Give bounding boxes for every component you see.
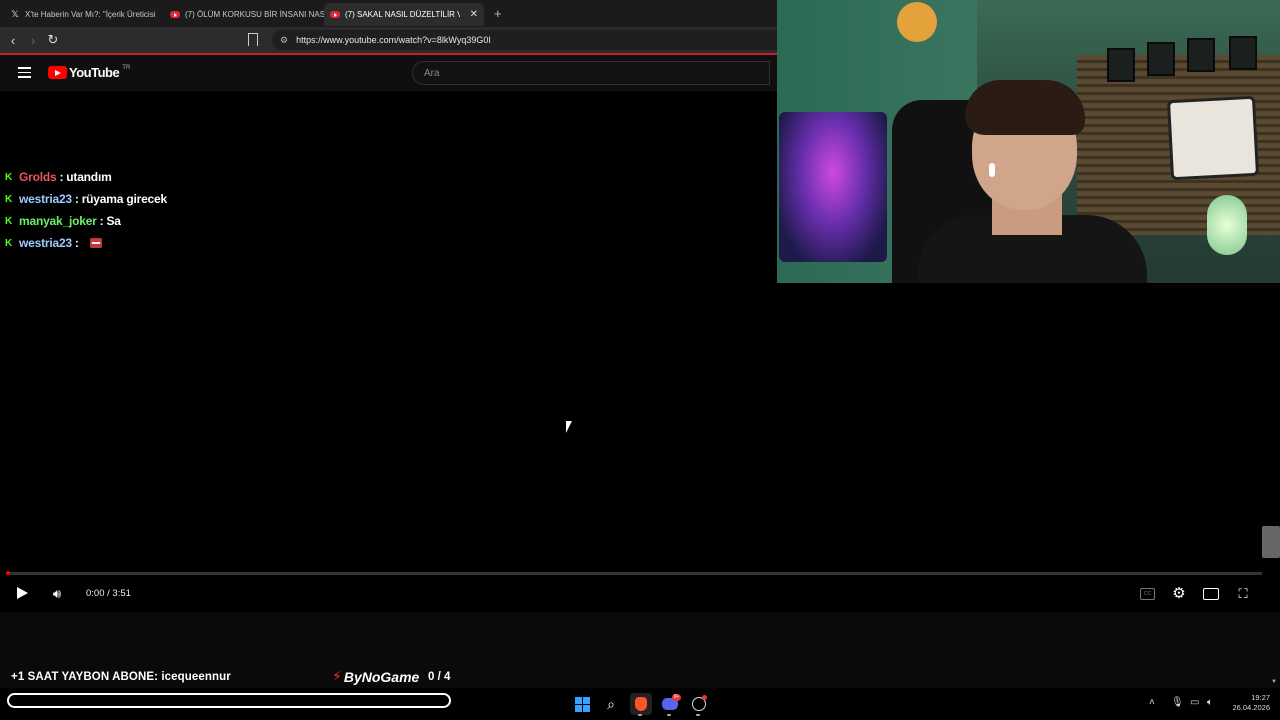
chat-overlay: K Grolds: utandım K westria23: rüyama gi… <box>5 166 167 254</box>
chat-message: K manyak_joker: Sa <box>5 214 121 228</box>
brave-browser-icon[interactable] <box>630 693 652 715</box>
search-placeholder: Ara <box>424 67 440 79</box>
chat-username: westria23 <box>19 192 72 206</box>
back-icon[interactable]: ‹ <box>3 33 23 48</box>
x-icon: 𝕏 <box>11 9 19 19</box>
settings-icon[interactable]: ⚙ <box>1171 585 1187 602</box>
recording-dot <box>702 695 707 700</box>
theater-mode-icon[interactable] <box>1203 588 1219 600</box>
bookmark-icon[interactable] <box>248 33 258 46</box>
tray-chevron-icon[interactable]: ˄ <box>1149 697 1155 708</box>
system-clock[interactable]: 19:27 26.04.2026 <box>1222 693 1270 713</box>
chat-message: K Grolds: utandım <box>5 170 112 184</box>
tab-title: (7) ÖLÜM KORKUSU BİR İNSANI NAS <box>185 10 324 19</box>
chat-text: rüyama girecek <box>81 192 167 206</box>
tab-x[interactable]: 𝕏 X'te Haberin Var Mı?: "İçerik Üreticis… <box>4 3 164 26</box>
bynogame-text: ByNoGame <box>343 668 420 685</box>
tab-title: (7) SAKAL NASIL DÜZELTİLİR VLO <box>345 10 460 19</box>
chat-message: K westria23: <box>5 232 167 254</box>
side-thumbnail[interactable] <box>1262 526 1280 558</box>
fullscreen-icon[interactable]: ⛶ <box>1236 586 1250 601</box>
emote-icon <box>89 238 102 248</box>
url-text: https://www.youtube.com/watch?v=8lkWyq39… <box>296 35 491 45</box>
kick-icon: K <box>5 171 13 183</box>
speaker-icon[interactable]: 🔈︎ <box>1207 697 1213 708</box>
chat-message: K westria23: rüyama girecek <box>5 192 167 206</box>
time-display: 0:00 / 3:51 <box>86 588 131 599</box>
logo-text: YouTube <box>69 65 120 80</box>
youtube-favicon-icon <box>330 10 340 20</box>
browser-tab-bar: 𝕏 X'te Haberin Var Mı?: "İçerik Üreticis… <box>0 0 780 27</box>
scroll-down-icon[interactable]: ▼ <box>1271 679 1277 685</box>
close-icon[interactable]: ✕ <box>470 9 478 20</box>
site-settings-icon[interactable]: ⚙ <box>280 35 288 46</box>
mouse-cursor <box>566 421 572 433</box>
running-indicator <box>696 714 700 716</box>
reload-icon[interactable]: ↻ <box>43 32 63 48</box>
screen: 𝕏 X'te Haberin Var Mı?: "İçerik Üreticis… <box>0 0 1280 720</box>
tab-youtube-active[interactable]: (7) SAKAL NASIL DÜZELTİLİR VLO ✕ <box>324 3 484 26</box>
subscriber-ticker: +1 SAAT YAYBON ABONE: icequeennur <box>11 671 231 683</box>
address-bar-row: ‹ › ↻ ⚙ https://www.youtube.com/watch?v=… <box>0 27 780 53</box>
bynogame-icon: ⚡ <box>332 668 342 684</box>
microphone-icon[interactable]: 🎙︎ <box>1171 697 1184 708</box>
tab-title: X'te Haberin Var Mı?: "İçerik Üreticisi <box>25 10 156 19</box>
search-input[interactable]: Ara <box>412 61 770 85</box>
subtitles-icon[interactable]: CC <box>1140 588 1155 600</box>
youtube-header: YouTube TR Ara <box>0 55 780 91</box>
goal-count: 0 / 4 <box>428 671 451 683</box>
forward-icon[interactable]: › <box>23 33 43 48</box>
kick-icon: K <box>5 237 13 249</box>
url-field[interactable]: ⚙ https://www.youtube.com/watch?v=8lkWyq… <box>272 30 780 50</box>
webcam-feed <box>777 0 1280 283</box>
play-icon[interactable] <box>16 586 28 600</box>
windows-start-icon[interactable] <box>571 693 593 715</box>
youtube-play-icon <box>48 66 67 79</box>
menu-icon[interactable] <box>18 67 31 78</box>
running-indicator <box>667 714 671 716</box>
youtube-logo[interactable]: YouTube TR <box>48 65 130 80</box>
progress-bar[interactable] <box>7 572 1262 575</box>
progress-scrubber[interactable] <box>6 571 10 575</box>
clock-date: 26.04.2026 <box>1232 703 1270 712</box>
chat-username: manyak_joker <box>19 214 97 228</box>
country-code: TR <box>122 64 131 71</box>
kick-icon: K <box>5 215 13 227</box>
discord-badge: 9+ <box>672 694 681 701</box>
chat-username: westria23 <box>19 236 72 250</box>
new-tab-button[interactable]: + <box>494 6 502 21</box>
chat-text: utandım <box>66 170 112 184</box>
chat-username: Grolds <box>19 170 57 184</box>
chat-text: Sa <box>106 214 121 228</box>
volume-icon[interactable]: 🔊︎ <box>48 586 66 602</box>
network-icon[interactable]: ▭ <box>1190 697 1199 708</box>
running-indicator <box>638 714 642 716</box>
player-controls: 🔊︎ 0:00 / 3:51 CC ⚙ ⛶ <box>0 580 1280 612</box>
clock-time: 19:27 <box>1251 693 1270 702</box>
search-icon[interactable]: ⌕ <box>600 693 622 715</box>
kick-icon: K <box>5 193 13 205</box>
bynogame-logo: ⚡ ByNoGame <box>332 668 419 685</box>
tab-youtube-1[interactable]: (7) ÖLÜM KORKUSU BİR İNSANI NAS <box>164 3 324 26</box>
youtube-favicon-icon <box>170 10 180 20</box>
